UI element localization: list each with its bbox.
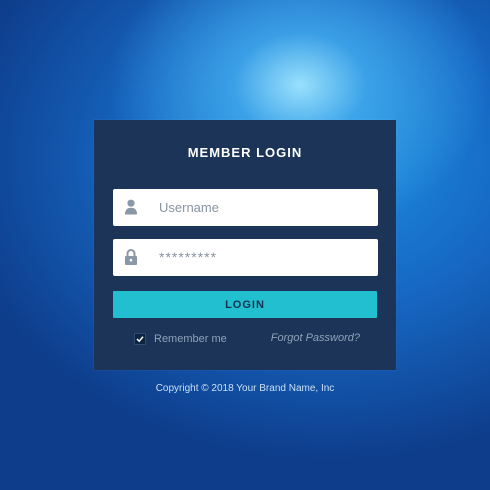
login-title: MEMBER LOGIN [187, 145, 303, 160]
password-input[interactable]: ********* [159, 249, 217, 265]
copyright-text: Copyright © 2018 Your Brand Name, Inc [155, 383, 335, 394]
check-icon [136, 336, 144, 343]
forgot-password-link[interactable]: Forgot Password? [271, 332, 360, 344]
login-panel: MEMBER LOGIN ********* LOGIN Remember me [94, 120, 396, 370]
username-field[interactable] [113, 189, 378, 226]
lock-icon [124, 249, 138, 265]
username-input[interactable] [159, 189, 364, 226]
user-icon [124, 199, 138, 215]
remember-me-label: Remember me [154, 333, 227, 345]
login-button[interactable]: LOGIN [113, 291, 377, 318]
checkbox-box[interactable] [134, 333, 146, 345]
password-field[interactable]: ********* [113, 239, 378, 276]
remember-me-checkbox[interactable]: Remember me [134, 332, 227, 346]
